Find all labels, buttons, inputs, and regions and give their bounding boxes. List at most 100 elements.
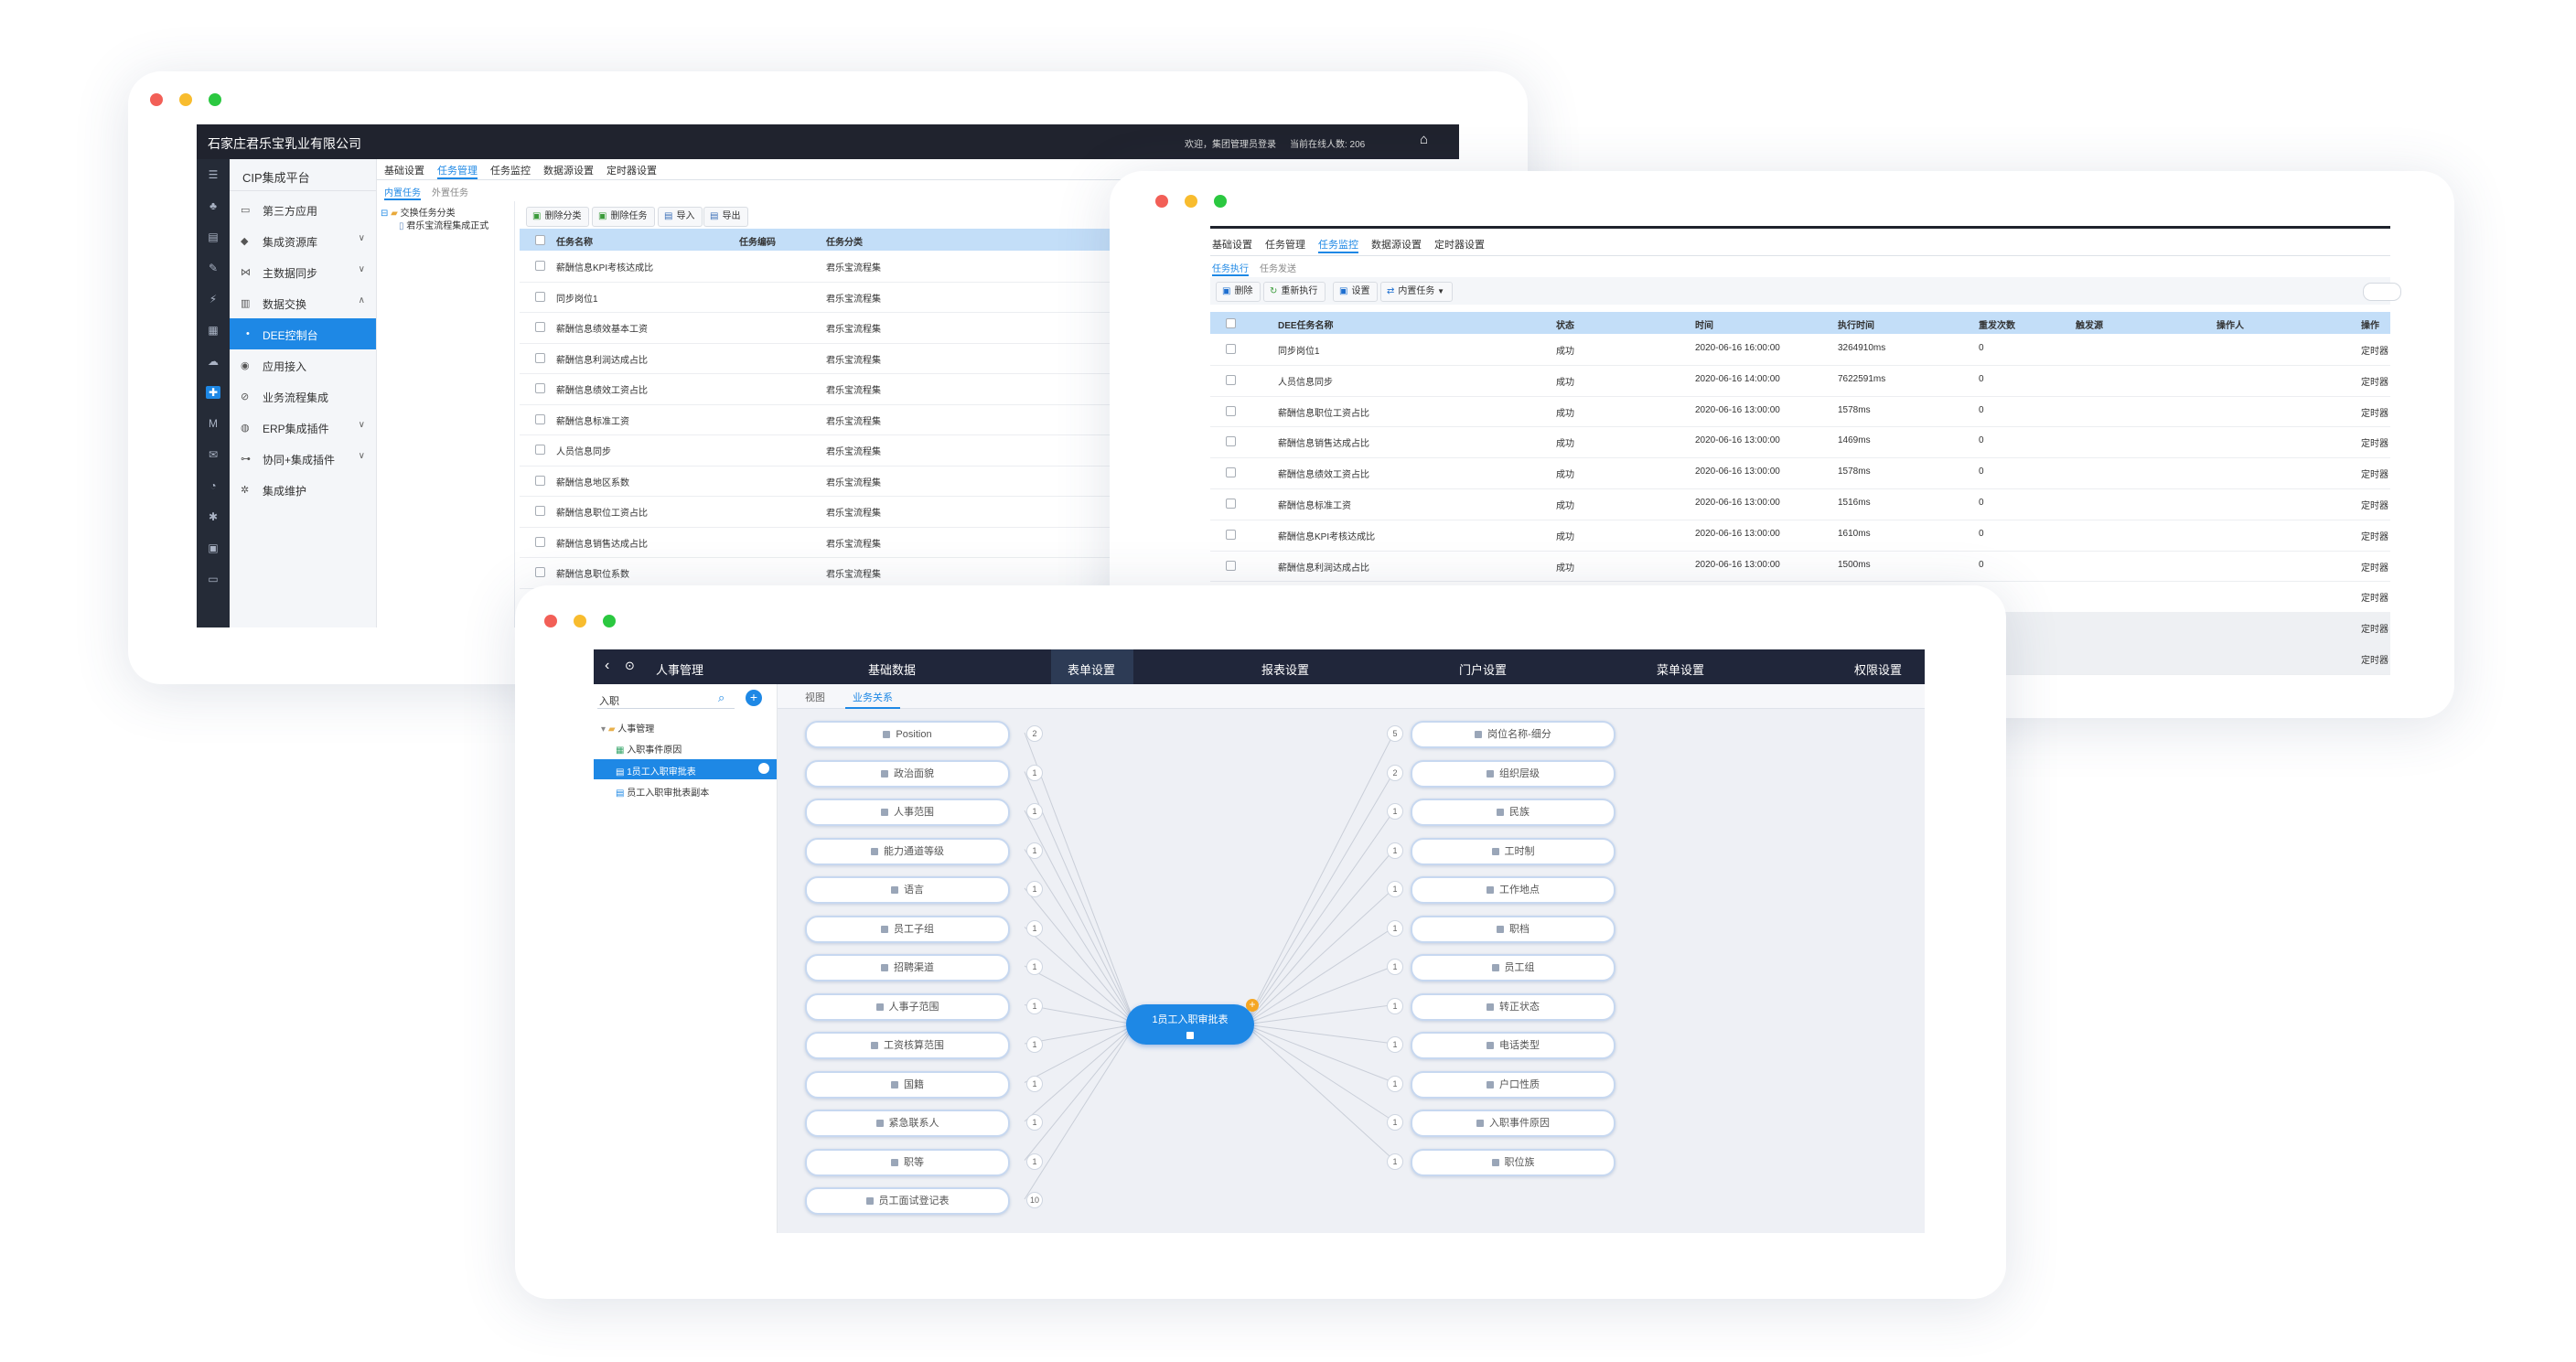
- row-checkbox[interactable]: [535, 567, 545, 577]
- nav-permission-settings[interactable]: 权限设置: [1854, 660, 1902, 678]
- screen-icon[interactable]: ▣: [206, 542, 220, 554]
- nav-report-settings[interactable]: 报表设置: [1261, 660, 1309, 678]
- relation-node-right[interactable]: 职位族: [1411, 1148, 1615, 1176]
- relation-node-right[interactable]: 工时制: [1411, 837, 1615, 865]
- row-checkbox[interactable]: [535, 261, 545, 271]
- tab-task-manage[interactable]: 任务管理: [1265, 237, 1305, 253]
- db-icon[interactable]: ▦: [206, 324, 220, 337]
- gear-rail-icon[interactable]: ✱: [206, 510, 220, 523]
- close-dot-icon[interactable]: [544, 615, 557, 627]
- menu-item-data-exchange[interactable]: ▥ 数据交换 ∧: [230, 287, 376, 318]
- row-checkbox[interactable]: [535, 352, 545, 363]
- search-icon[interactable]: ⌕: [718, 691, 724, 705]
- subtab-execute[interactable]: 任务执行: [1212, 261, 1249, 276]
- menu-item-third-party[interactable]: ▭ 第三方应用: [230, 194, 376, 225]
- relation-node-left[interactable]: 员工子组: [805, 915, 1010, 943]
- doc-icon[interactable]: ▤: [206, 231, 220, 243]
- tag-icon[interactable]: ✎: [206, 262, 220, 274]
- subtab-internal[interactable]: 内置任务: [384, 185, 421, 200]
- delete-category-button[interactable]: ▣ 删除分类: [526, 207, 590, 227]
- select-all-checkbox[interactable]: [535, 235, 545, 245]
- tree-item-onboard-reason[interactable]: ▦ 入职事件原因: [616, 742, 682, 756]
- table-row[interactable]: 薪酬信息利润达成占比 成功 2020-06-16 13:00:00 1500ms 0 定时…: [1210, 551, 2390, 583]
- relation-node-left[interactable]: 政治面貌: [805, 759, 1010, 788]
- relation-node-right[interactable]: 转正状态: [1411, 992, 1615, 1021]
- menu-item-app-access[interactable]: ◉ 应用接入: [230, 349, 376, 381]
- relation-node-left[interactable]: 工资核算范围: [805, 1032, 1010, 1059]
- relation-node-left[interactable]: 员工面试登记表: [805, 1187, 1010, 1215]
- plug-rail-icon[interactable]: ⚡: [206, 293, 220, 306]
- row-checkbox[interactable]: [1226, 467, 1236, 478]
- nav-form-settings-active[interactable]: 表单设置: [1051, 649, 1133, 684]
- more-dot-icon[interactable]: [758, 763, 769, 774]
- tab-task-monitor[interactable]: 任务监控: [1318, 237, 1358, 253]
- relation-node-right[interactable]: 电话类型: [1411, 1032, 1615, 1059]
- settings-circle-icon[interactable]: ⊙: [625, 659, 635, 673]
- menu-item-collab-plugin[interactable]: ⊶ 协同+集成插件 ∨: [230, 443, 376, 474]
- table-row[interactable]: 薪酬信息销售达成占比 成功 2020-06-16 13:00:00 1469ms 0 定时…: [1210, 426, 2390, 459]
- close-dot-icon[interactable]: [150, 93, 163, 106]
- minimize-dot-icon[interactable]: [1185, 195, 1197, 208]
- table-row[interactable]: 薪酬信息职位工资占比 成功 2020-06-16 13:00:00 1578ms 0 定时…: [1210, 396, 2390, 428]
- nav-menu-settings[interactable]: 菜单设置: [1657, 660, 1704, 678]
- tab-task-monitor[interactable]: 任务监控: [490, 163, 531, 179]
- menu-item-erp-plugin[interactable]: ◍ ERP集成插件 ∨: [230, 412, 376, 443]
- select-all-checkbox[interactable]: [1226, 318, 1236, 328]
- tab-basic[interactable]: 基础设置: [1212, 237, 1252, 253]
- minimize-dot-icon[interactable]: [574, 615, 586, 627]
- tree-root-hr[interactable]: ▾ ▰ 人事管理: [601, 721, 654, 735]
- org-icon[interactable]: ♣: [206, 199, 220, 212]
- table-row[interactable]: 薪酬信息绩效工资占比 成功 2020-06-16 13:00:00 1578ms 0 定时…: [1210, 457, 2390, 489]
- close-dot-icon[interactable]: [1155, 195, 1168, 208]
- row-checkbox[interactable]: [1226, 344, 1236, 354]
- row-checkbox[interactable]: [1226, 436, 1236, 447]
- search-field[interactable]: 入职 ⌕: [597, 690, 735, 709]
- chat-icon[interactable]: ✉: [206, 448, 220, 461]
- menu-item-maintenance[interactable]: ✲ 集成维护: [230, 474, 376, 505]
- row-checkbox[interactable]: [535, 322, 545, 332]
- search-box[interactable]: [2363, 283, 2401, 301]
- add-icon[interactable]: +: [746, 690, 762, 706]
- maximize-dot-icon[interactable]: [1214, 195, 1227, 208]
- table-row[interactable]: 人员信息同步 成功 2020-06-16 14:00:00 7622591ms 0 定时器: [1210, 365, 2390, 397]
- subtab-send[interactable]: 任务发送: [1260, 261, 1296, 276]
- relation-node-right[interactable]: 民族: [1411, 799, 1615, 826]
- back-arrow-icon[interactable]: ‹: [605, 658, 609, 674]
- relation-node-left[interactable]: 职等: [805, 1148, 1010, 1176]
- row-checkbox[interactable]: [1226, 499, 1236, 509]
- relation-node-left[interactable]: 能力通道等级: [805, 837, 1010, 865]
- menu-item-process-integration[interactable]: ⊘ 业务流程集成: [230, 381, 376, 412]
- relation-node-left[interactable]: 人事范围: [805, 799, 1010, 826]
- center-node[interactable]: 1员工入职审批表: [1126, 1004, 1254, 1045]
- relation-node-right[interactable]: 岗位名称-细分: [1411, 721, 1615, 748]
- tab-datasource[interactable]: 数据源设置: [543, 163, 594, 179]
- subtab-external[interactable]: 外置任务: [432, 185, 468, 200]
- delete-button[interactable]: ▣ 删除: [1216, 282, 1261, 302]
- row-checkbox[interactable]: [535, 475, 545, 486]
- table-row[interactable]: 薪酬信息KPI考核达成比 成功 2020-06-16 13:00:00 1610ms 0…: [1210, 520, 2390, 552]
- home-icon[interactable]: ⌂: [1420, 132, 1428, 147]
- settings-button[interactable]: ▣ 设置: [1333, 282, 1379, 302]
- relation-node-right[interactable]: 组织层级: [1411, 759, 1615, 788]
- integration-icon[interactable]: ✚: [206, 386, 220, 399]
- tree-root[interactable]: ⊟ ▰ 交换任务分类: [381, 205, 456, 219]
- row-checkbox[interactable]: [535, 536, 545, 547]
- cloud-icon[interactable]: ☁: [206, 355, 220, 368]
- tab-task-manage[interactable]: 任务管理: [437, 163, 478, 179]
- nav-portal-settings[interactable]: 门户设置: [1459, 660, 1507, 678]
- menu-item-master-sync[interactable]: ⋈ 主数据同步 ∨: [230, 256, 376, 287]
- table-row[interactable]: 同步岗位1 成功 2020-06-16 16:00:00 3264910ms 0 定时器: [1210, 334, 2390, 366]
- row-checkbox[interactable]: [1226, 405, 1236, 416]
- row-checkbox[interactable]: [1226, 374, 1236, 385]
- table-row[interactable]: 薪酬信息标准工资 成功 2020-06-16 13:00:00 1516ms 0 定时器: [1210, 488, 2390, 520]
- menu-item-resource-lib[interactable]: ◆ 集成资源库 ∨: [230, 225, 376, 256]
- tree-child[interactable]: ▯ 君乐宝流程集成正式: [399, 218, 488, 231]
- export-button[interactable]: ▤ 导出: [703, 207, 749, 227]
- maximize-dot-icon[interactable]: [209, 93, 221, 106]
- relation-node-right[interactable]: 入职事件原因: [1411, 1110, 1615, 1137]
- row-checkbox[interactable]: [535, 445, 545, 455]
- maximize-dot-icon[interactable]: [603, 615, 616, 627]
- nav-basic-data[interactable]: 基础数据: [868, 660, 916, 678]
- chart-icon[interactable]: ◔: [206, 479, 220, 492]
- search-input[interactable]: 入职: [599, 693, 619, 708]
